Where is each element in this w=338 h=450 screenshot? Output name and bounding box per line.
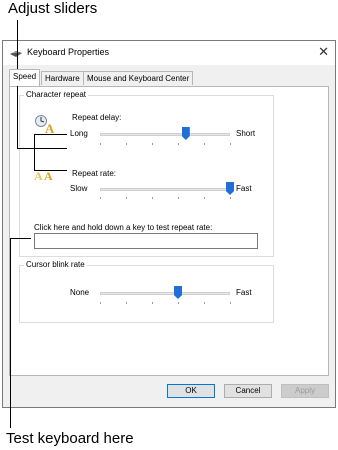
- repeat-delay-min-label: Long: [70, 129, 88, 138]
- slider-tick: [100, 302, 101, 304]
- slider-tick: [100, 143, 101, 145]
- slider-tick: [204, 302, 205, 304]
- callout-test-keyboard: Test keyboard here: [6, 430, 134, 447]
- repeat-rate-min-label: Slow: [70, 184, 88, 193]
- slider-tick: [230, 197, 231, 199]
- title-bar: Keyboard Properties ✕: [3, 41, 335, 65]
- repeat-delay-max-label: Short: [236, 129, 256, 138]
- slider-tick: [126, 302, 127, 304]
- window-title: Keyboard Properties: [27, 47, 110, 57]
- repeat-rate-slider-thumb[interactable]: [226, 182, 234, 195]
- character-repeat-label: Character repeat: [24, 90, 89, 99]
- callout-adjust-sliders: Adjust sliders: [8, 0, 98, 17]
- keyboard-properties-window: Keyboard Properties ✕ Speed Hardware Mou…: [2, 40, 336, 408]
- repeat-rate-track[interactable]: [100, 188, 230, 191]
- repeat-delay-icon: A: [35, 115, 55, 134]
- cancel-button[interactable]: Cancel: [224, 384, 272, 398]
- repeat-delay-ticks: [100, 143, 231, 146]
- cursor-blink-ticks: [100, 302, 231, 305]
- callout-line-top-horizontal-1: [17, 148, 67, 149]
- test-repeat-input[interactable]: [34, 233, 258, 249]
- slider-tick: [126, 143, 127, 145]
- repeat-rate-ticks: [100, 197, 231, 200]
- callout-line-bottom-horizontal: [10, 238, 31, 239]
- slider-tick: [204, 197, 205, 199]
- callout-line-bottom-vertical: [10, 238, 11, 428]
- slider-tick: [230, 302, 231, 304]
- callout-line-top-horizontal-2: [34, 134, 67, 135]
- svg-text:A: A: [45, 121, 55, 134]
- ok-button[interactable]: OK: [167, 384, 215, 398]
- slider-tick: [100, 197, 101, 199]
- slider-tick: [152, 197, 153, 199]
- slider-tick: [178, 302, 179, 304]
- repeat-rate-icon: A A: [34, 169, 53, 182]
- tab-speed[interactable]: Speed: [9, 69, 41, 86]
- slider-tick: [204, 143, 205, 145]
- character-repeat-group: Character repeat A Repeat delay: Long Sh…: [19, 90, 274, 257]
- repeat-delay-track[interactable]: [100, 133, 230, 136]
- repeat-delay-label: Repeat delay:: [72, 113, 122, 122]
- apply-button[interactable]: Apply: [281, 384, 329, 398]
- cursor-blink-slider-thumb[interactable]: [174, 286, 182, 299]
- tab-mouse-keyboard-center[interactable]: Mouse and Keyboard Center: [83, 71, 194, 85]
- close-icon[interactable]: ✕: [318, 44, 329, 60]
- repeat-delay-slider-thumb[interactable]: [181, 127, 190, 140]
- cursor-blink-track[interactable]: [100, 292, 230, 295]
- test-repeat-label: Click here and hold down a key to test r…: [34, 223, 213, 232]
- speed-panel: Character repeat A Repeat delay: Long Sh…: [9, 86, 329, 376]
- slider-tick: [152, 302, 153, 304]
- slider-tick: [178, 197, 179, 199]
- repeat-rate-label: Repeat rate:: [72, 169, 117, 178]
- callout-line-top-horizontal-3: [34, 170, 67, 171]
- repeat-rate-max-label: Fast: [236, 184, 252, 193]
- slider-tick: [126, 197, 127, 199]
- cursor-blink-group: Cursor blink rate None Fast: [19, 260, 274, 323]
- slider-tick: [152, 143, 153, 145]
- slider-tick: [178, 143, 179, 145]
- cursor-blink-min-label: None: [70, 288, 90, 297]
- cursor-blink-max-label: Fast: [236, 288, 252, 297]
- tab-hardware[interactable]: Hardware: [41, 71, 84, 85]
- callout-line-top-connector: [34, 134, 35, 170]
- slider-tick: [230, 143, 231, 145]
- cursor-blink-label: Cursor blink rate: [24, 260, 87, 269]
- keyboard-icon: [10, 51, 22, 57]
